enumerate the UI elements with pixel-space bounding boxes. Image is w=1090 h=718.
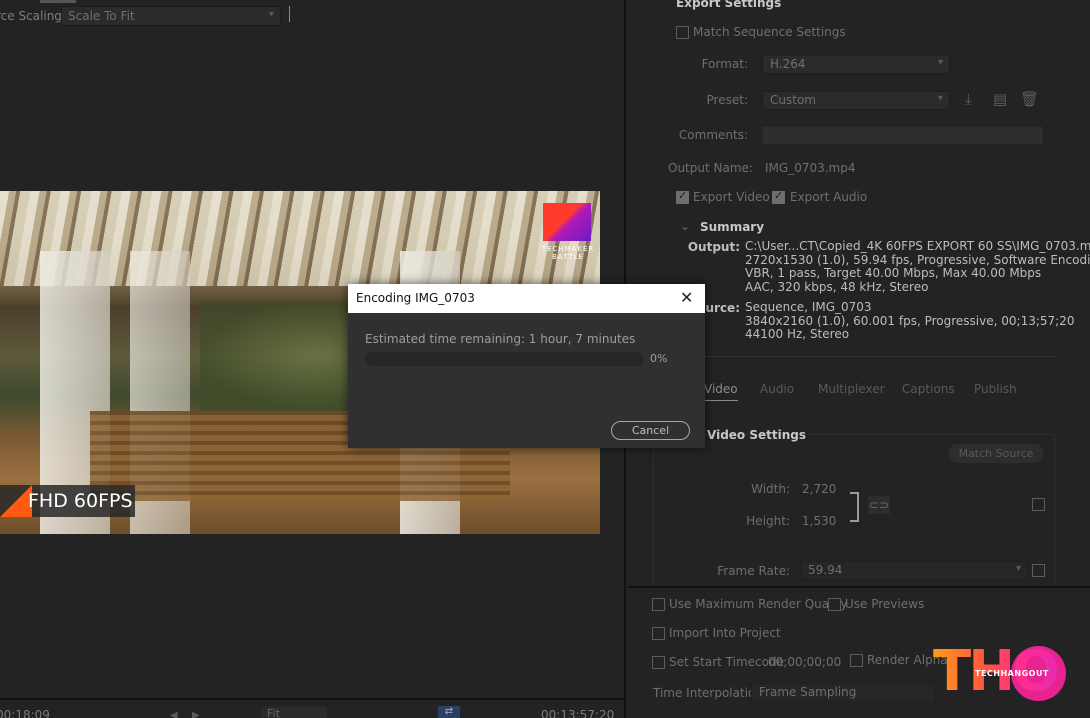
dialog-titlebar: Encoding IMG_0703 ✕: [348, 284, 705, 313]
format-dropdown[interactable]: H.264 ▾: [762, 55, 950, 74]
summary-source-line: 3840x2160 (1.0), 60.001 fps, Progressive…: [745, 313, 1075, 328]
summary-output-line: 2720x1530 (1.0), 59.94 fps, Progressive,…: [745, 252, 1090, 267]
chevron-down-icon: ▾: [268, 9, 274, 20]
summary-output-lines: C:\User...CT\Copied_4K 60FPS EXPORT 60 S…: [745, 239, 1090, 294]
preset-dropdown[interactable]: Custom ▾: [762, 91, 950, 110]
import-preset-icon[interactable]: ▤: [993, 90, 1007, 108]
fhd-badge-text: FHD 60FPS: [28, 490, 133, 512]
summary-title: Summary: [700, 220, 765, 234]
output-name-link[interactable]: IMG_0703.mp4: [765, 161, 856, 175]
tab-captions[interactable]: Captions: [902, 382, 955, 396]
summary-source-lines: Sequence, IMG_0703 3840x2160 (1.0), 60.0…: [745, 300, 1075, 342]
timecode-current: 00;18;09: [0, 708, 50, 718]
output-name-label: Output Name:: [668, 161, 753, 175]
summary-output-line: AAC, 320 kbps, 48 kHz, Stereo: [745, 279, 929, 294]
size-override-checkbox[interactable]: [1032, 498, 1045, 511]
import-into-project-label: Import Into Project: [669, 626, 781, 640]
video-settings-title: Video Settings: [707, 428, 806, 442]
export-audio-checkbox[interactable]: [772, 189, 785, 204]
overlay-logo-icon: [543, 203, 591, 241]
trash-icon[interactable]: 🗑: [1020, 90, 1039, 108]
time-interpolation-dropdown[interactable]: Frame Sampling: [751, 683, 936, 702]
width-label: Width:: [751, 482, 790, 496]
summary-output-line: VBR, 1 pass, Target 40.00 Mbps, Max 40.0…: [745, 266, 1042, 281]
summary-divider: [653, 356, 1055, 357]
tab-publish[interactable]: Publish: [974, 382, 1017, 396]
zoom-fit-value: Fit: [267, 707, 280, 718]
source-scaling-dropdown[interactable]: Scale To Fit ▾: [61, 6, 281, 26]
zoom-fit-dropdown[interactable]: Fit: [261, 707, 327, 718]
summary-chevron-icon[interactable]: ⌄: [680, 219, 690, 233]
step-back-icon[interactable]: ◀: [170, 710, 178, 718]
timecode-duration: 00;13;57;20: [541, 708, 615, 718]
use-previews-label: Use Previews: [845, 597, 925, 611]
toolbar-divider: [289, 6, 290, 22]
match-sequence-label: Match Sequence Settings: [693, 25, 846, 39]
close-icon[interactable]: ✕: [680, 288, 693, 307]
set-start-timecode-checkbox[interactable]: [652, 656, 665, 669]
source-scaling-value: Scale To Fit: [68, 9, 135, 23]
summary-output-line: C:\User...CT\Copied_4K 60FPS EXPORT 60 S…: [745, 239, 1090, 253]
export-video-label: Export Video: [693, 190, 770, 204]
tab-video[interactable]: Video: [704, 382, 738, 401]
max-render-quality-label: Use Maximum Render Quality: [669, 597, 848, 611]
estimated-time-text: Estimated time remaining: 1 hour, 7 minu…: [365, 332, 636, 346]
summary-output-key: Output:: [687, 240, 740, 254]
height-value[interactable]: 1,530: [802, 514, 836, 528]
link-icon[interactable]: ⊂⊃: [868, 496, 890, 514]
tab-multiplexer[interactable]: Multiplexer: [818, 382, 885, 396]
export-settings-title: Export Settings: [676, 0, 782, 10]
width-value[interactable]: 2,720: [802, 482, 836, 496]
use-previews-checkbox[interactable]: [828, 598, 841, 611]
frame-rate-label: Frame Rate:: [717, 564, 790, 578]
chevron-down-icon: ▾: [937, 57, 943, 68]
import-into-project-checkbox[interactable]: [652, 627, 665, 640]
preset-label: Preset:: [706, 93, 748, 107]
start-timecode-value[interactable]: 00;00;00;00: [768, 655, 841, 669]
render-alpha-checkbox[interactable]: [850, 654, 863, 667]
source-scaling-label: rce Scaling: [0, 9, 62, 23]
download-icon[interactable]: ⤓: [965, 90, 972, 108]
frame-rate-dropdown[interactable]: 59.94 ▾: [800, 561, 1028, 580]
time-interpolation-label: Time Interpolation:: [653, 686, 768, 700]
step-forward-icon[interactable]: ▶: [192, 710, 200, 718]
loop-icon[interactable]: ⇄: [438, 706, 460, 718]
tab-indicator: [40, 0, 76, 3]
match-sequence-checkbox[interactable]: [676, 26, 689, 39]
overlay-logo-text: TECHMAKER BATTLE: [541, 245, 595, 261]
summary-source-line: Sequence, IMG_0703: [745, 300, 872, 314]
dialog-title: Encoding IMG_0703: [356, 291, 475, 305]
cancel-button[interactable]: Cancel: [611, 421, 690, 440]
comments-label: Comments:: [678, 128, 748, 142]
preset-value: Custom: [770, 93, 816, 107]
chevron-down-icon: ▾: [937, 93, 943, 104]
encoding-progress-bar: [365, 352, 644, 366]
frame-rate-value: 59.94: [808, 563, 843, 577]
logo-subtitle: TECHHANGOUT: [975, 669, 1049, 678]
frame-rate-override-checkbox[interactable]: [1032, 564, 1045, 577]
max-render-quality-checkbox[interactable]: [652, 598, 665, 611]
height-label: Height:: [746, 514, 790, 528]
source-top-bar: rce Scaling Scale To Fit ▾: [0, 0, 624, 32]
techhangout-logo: THO TECHHANGOUT: [933, 643, 1067, 701]
aspect-bracket: [850, 492, 859, 522]
encoding-dialog: Encoding IMG_0703 ✕ Estimated time remai…: [348, 284, 705, 448]
chevron-down-icon: ▾: [1015, 563, 1021, 574]
set-start-timecode-label: Set Start Timecode: [669, 655, 784, 669]
source-transport-bar: 00;18;09 ◀ ▶ Fit ⇄ 00;13;57;20: [0, 698, 624, 718]
export-audio-label: Export Audio: [790, 190, 868, 204]
export-video-checkbox[interactable]: [676, 189, 689, 204]
format-value: H.264: [770, 57, 806, 71]
comments-input[interactable]: [762, 126, 1043, 145]
time-interpolation-value: Frame Sampling: [759, 685, 857, 699]
progress-percent: 0%: [650, 352, 668, 365]
summary-source-line: 44100 Hz, Stereo: [745, 327, 850, 342]
match-source-button[interactable]: Match Source: [948, 444, 1044, 463]
tab-audio[interactable]: Audio: [760, 382, 794, 396]
format-label: Format:: [701, 57, 748, 71]
